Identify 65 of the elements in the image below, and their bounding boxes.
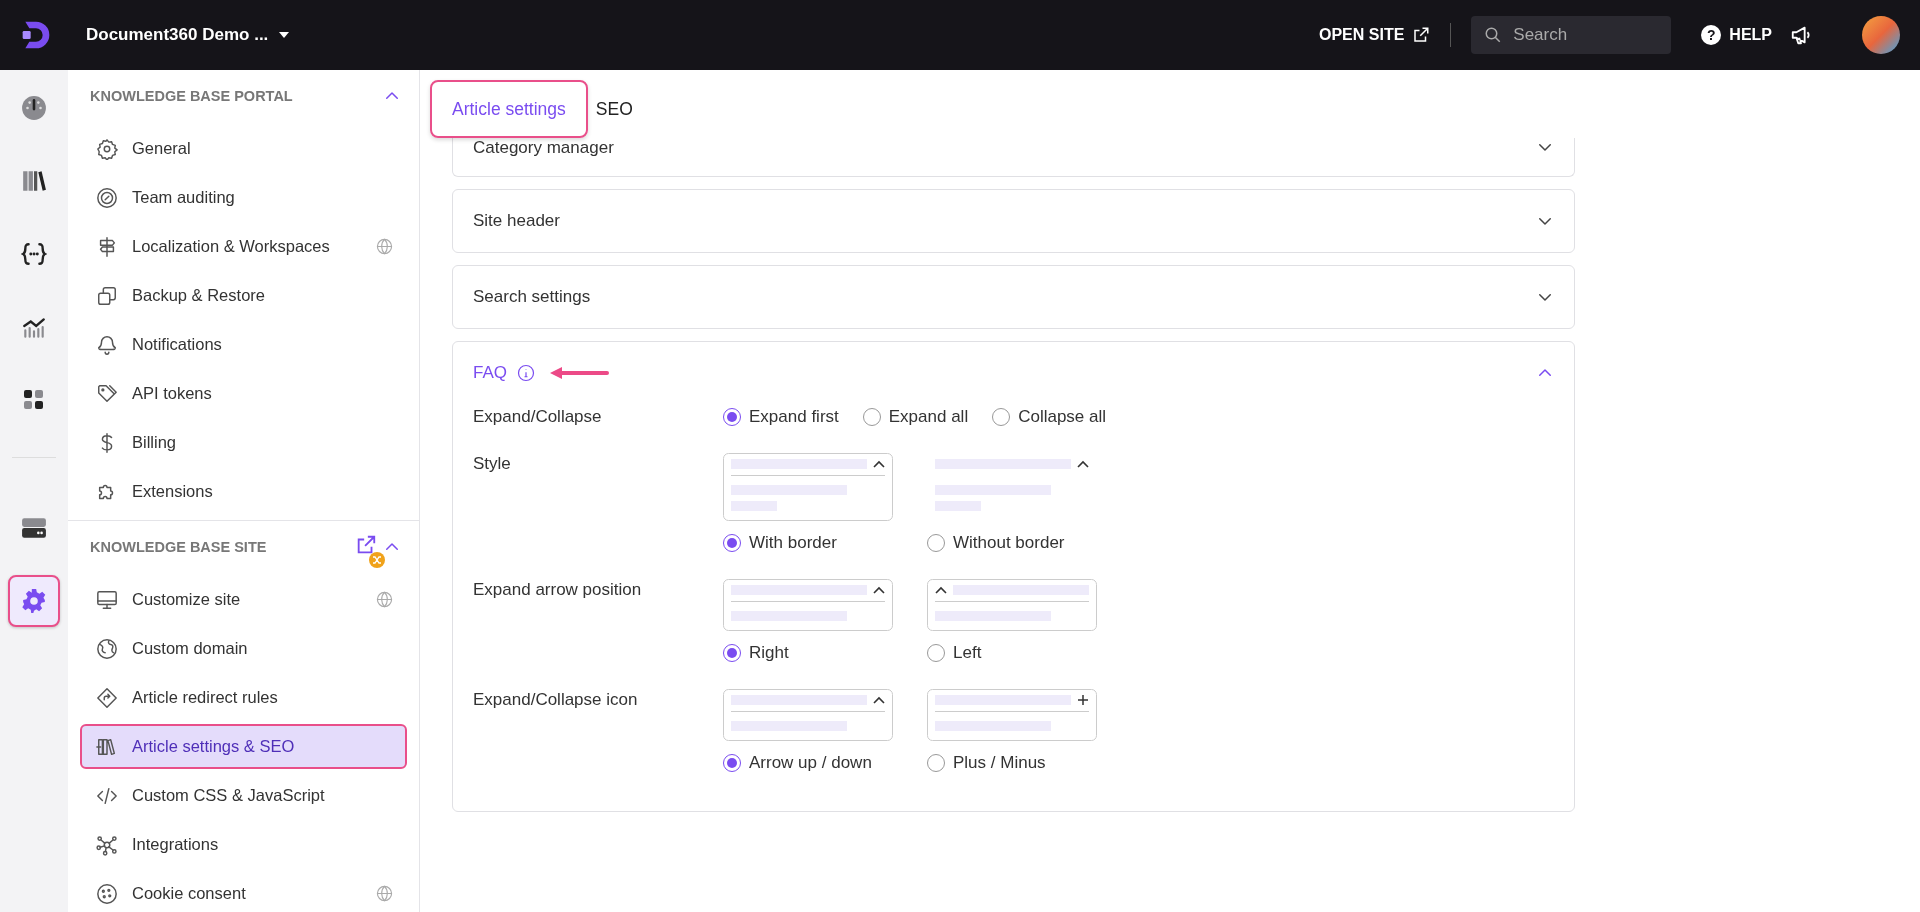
sidebar-item[interactable]: Customize site [80,577,407,622]
setting-label: Style [473,453,512,475]
bell-icon [96,333,118,356]
nodes-icon [96,833,118,856]
radio-option[interactable]: Plus / Minus [927,753,1097,773]
gear-icon [96,137,118,160]
sidebar-item[interactable]: Integrations [80,822,407,867]
search-icon [1484,26,1503,44]
sidebar-item[interactable]: Notifications [80,322,407,367]
monitor-icon [96,588,118,611]
info-icon[interactable] [517,364,535,382]
external-link-icon[interactable] [355,534,377,556]
workspace-selector[interactable]: Document360 Demo ... [86,25,291,45]
megaphone-icon[interactable] [1790,24,1812,46]
sidebar-item[interactable]: Custom CSS & JavaScript [80,773,407,818]
sidebar-item[interactable]: Billing [80,420,407,465]
open-site-link[interactable]: OPEN SITE [1318,26,1431,44]
radio-option[interactable]: Arrow up / down [723,753,893,773]
radio-option[interactable]: Without border [927,533,1097,553]
annotation-arrow [549,366,609,380]
gauge-icon [21,95,47,121]
sidebar-item[interactable]: Localization & Workspaces [80,224,407,269]
section-heading: KNOWLEDGE BASE SITE [90,539,268,555]
sidebar-item[interactable]: General [80,126,407,171]
setting-label: Expand arrow position [473,579,643,601]
apps-grid-icon [22,388,46,412]
shuffle-badge-icon [369,552,385,568]
radio-option[interactable]: With border [723,533,893,553]
radio-option[interactable]: Collapse all [992,406,1107,427]
help-button[interactable]: ? HELP [1701,25,1772,45]
panel-title[interactable]: Search settings [473,287,591,307]
panel-title[interactable]: FAQ [473,363,507,383]
target-icon [96,186,118,209]
caret-icon [278,31,291,39]
sidebar-item[interactable]: Extensions [80,469,407,514]
sidebar-item[interactable]: API tokens [80,371,407,416]
section-heading: KNOWLEDGE BASE PORTAL [90,88,294,104]
cookie-icon [96,882,118,905]
panel-title[interactable]: Site header [473,211,560,231]
diamond-arrow-icon [96,686,118,709]
sidebar-item[interactable]: Backup & Restore [80,273,407,318]
copy-icon [96,284,118,307]
radio-option[interactable]: Expand all [862,406,969,427]
external-link-icon [1412,26,1431,44]
settings-icon [21,588,47,614]
tab[interactable]: Article settings [430,80,588,138]
avatar[interactable] [1862,16,1900,54]
sidebar-item[interactable]: Team auditing [80,175,407,220]
globe-icon [96,637,118,660]
panel-title[interactable]: Category manager [473,138,614,158]
sidebar-item[interactable]: Cookie consent [80,871,407,912]
sidebar-item[interactable]: Article settings & SEO [80,724,407,769]
braces-icon [21,241,47,267]
radio-option[interactable]: Left [927,643,1097,663]
search-field[interactable]: Search [1471,16,1672,54]
setting-label: Expand/Collapse icon [473,689,639,711]
books-icon [21,168,47,194]
setting-label: Expand/Collapse [473,406,603,427]
tag-icon [96,382,118,405]
radio-option[interactable]: Right [723,643,893,663]
sidebar-item[interactable]: Custom domain [80,626,407,671]
drive-icon [21,515,47,541]
radio-option[interactable]: Expand first [723,406,839,427]
logo-icon[interactable] [20,19,52,51]
sidebar-item[interactable]: Article redirect rules [80,675,407,720]
